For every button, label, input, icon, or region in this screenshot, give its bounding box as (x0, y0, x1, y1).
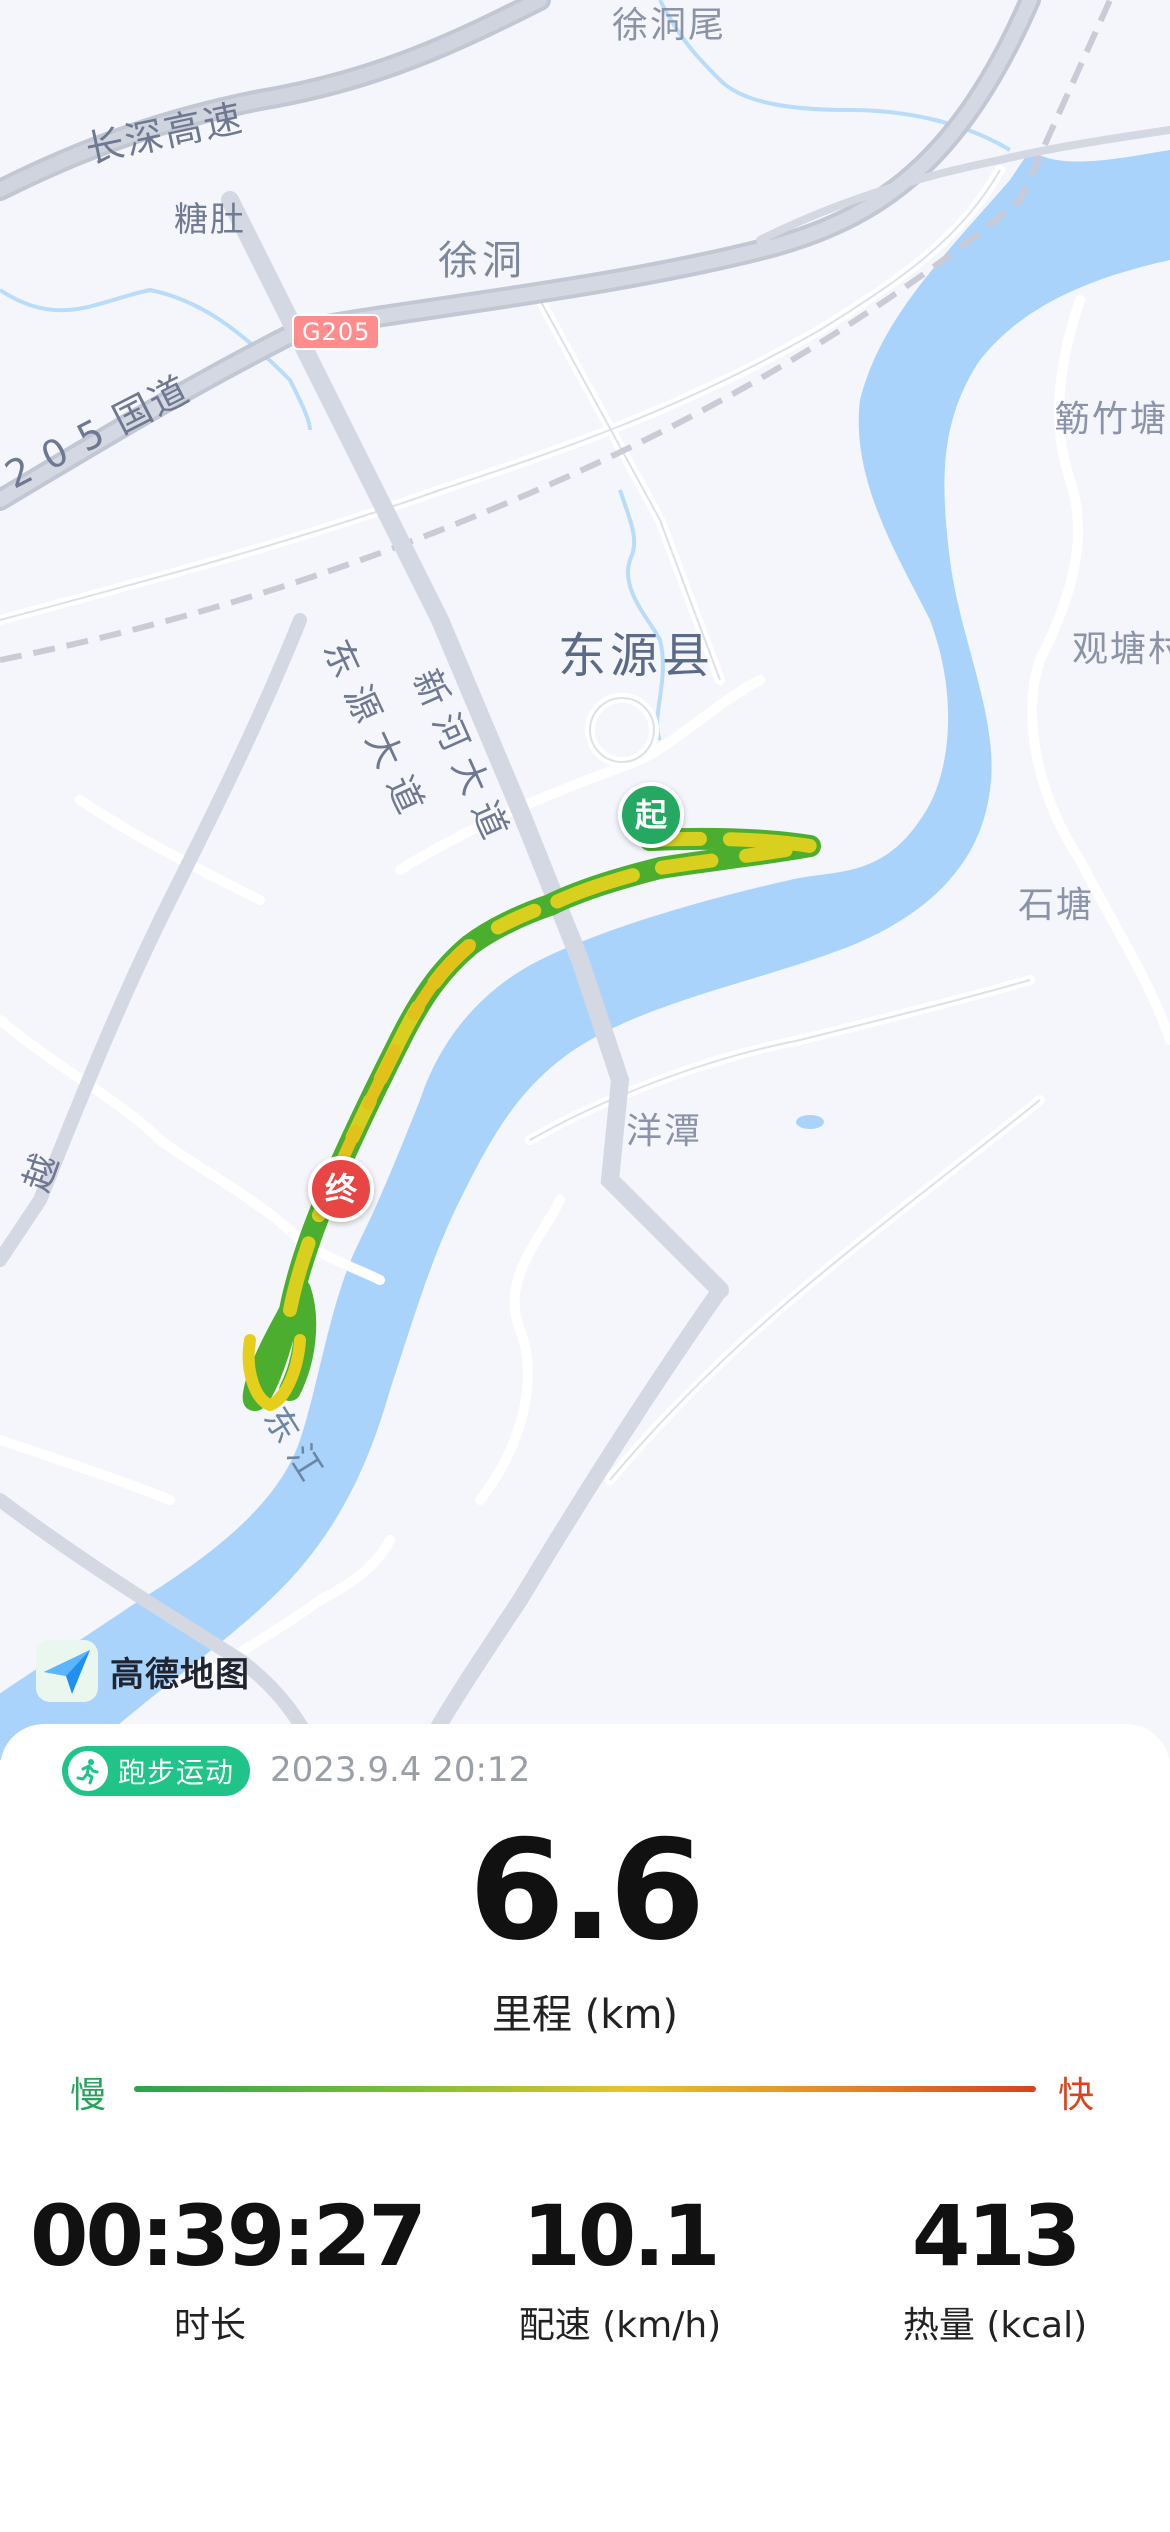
map-label-xudongwei: 徐洞尾 (612, 5, 727, 46)
route-start-marker[interactable]: 起 (618, 782, 684, 848)
calories-stat: 413 热量 (kcal) (815, 2194, 1170, 2348)
duration-label: 时长 (173, 2305, 246, 2346)
pace-color-scale-bar (134, 2086, 1036, 2092)
roundabout-edge (589, 697, 655, 763)
amap-brand: 高德地图 (36, 1640, 250, 1702)
speed-stat: 10.1 配速 (km/h) (440, 2194, 800, 2348)
map-label-guantang: 观塘村 (1072, 629, 1170, 670)
run-summary-page: 徐洞尾 长深高速 糖肚 徐洞 G205 2 0 5 国道 东源县 东源大道 新河… (0, 0, 1170, 2532)
duration-stat: 00:39:27 时长 (30, 2187, 427, 2348)
activity-datetime: 2023.9.4 20:12 (270, 1750, 531, 1790)
map-label-xudong: 徐洞 (438, 238, 526, 284)
amap-logo-icon (36, 1640, 98, 1702)
amap-brand-text: 高德地图 (110, 1654, 250, 1695)
route-map[interactable]: 徐洞尾 长深高速 糖肚 徐洞 G205 2 0 5 国道 东源县 东源大道 新河… (0, 0, 1170, 1760)
calories-value: 413 (911, 2187, 1081, 2285)
calories-label: 热量 (kcal) (902, 2305, 1088, 2346)
pond (796, 1115, 824, 1129)
activity-type-badge: 跑步运动 (62, 1746, 251, 1796)
map-label-yangtan: 洋潭 (626, 1111, 703, 1152)
map-label-yuezhutang: 簕竹塘 (1054, 399, 1169, 440)
map-label-tangdu: 糖肚 (174, 200, 246, 240)
map-label-shitang: 石塘 (1018, 885, 1095, 926)
running-icon (68, 1751, 108, 1791)
run-summary-card: 跑步运动 2023.9.4 20:12 6.6 里程 (km) 慢 快 00:3… (0, 1724, 1170, 2532)
distance-value: 6.6 (468, 1810, 705, 1971)
road-tag-g205: G205 (292, 314, 381, 350)
speed-value: 10.1 (522, 2187, 720, 2285)
map-canvas (0, 0, 1170, 1760)
speed-label: 配速 (km/h) (518, 2305, 722, 2346)
activity-type-label: 跑步运动 (118, 1756, 235, 1789)
route-end-marker[interactable]: 终 (308, 1156, 374, 1222)
duration-value: 00:39:27 (30, 2187, 427, 2285)
map-label-dongyuan-county: 东源县 (558, 628, 715, 684)
pace-scale-fast-label: 快 (1058, 2075, 1095, 2116)
distance-label: 里程 (km) (491, 1992, 679, 2038)
pace-scale-slow-label: 慢 (70, 2075, 107, 2116)
